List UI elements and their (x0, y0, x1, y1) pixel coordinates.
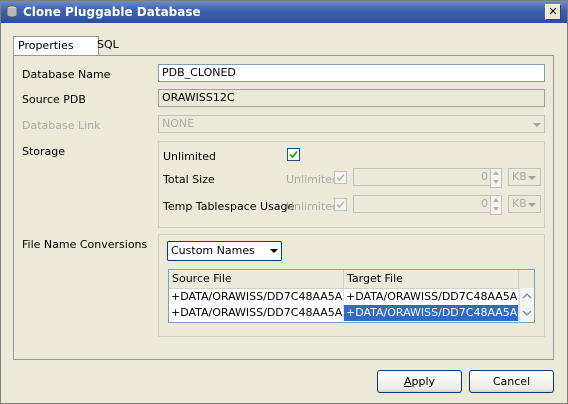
storage-unlimited-label: Unlimited (163, 150, 216, 163)
title-bar: Clone Pluggable Database ✕ (1, 1, 567, 23)
conversion-mode-value: Custom Names (171, 244, 255, 257)
apply-label: pply (411, 375, 436, 388)
source-pdb-field: ORAWISS12C (158, 89, 545, 107)
file-name-conversions-label: File Name Conversions (22, 238, 148, 251)
database-link-label: Database Link (22, 119, 101, 132)
tab-sql[interactable]: SQL (93, 36, 123, 54)
storage-unlimited-checkbox[interactable] (287, 148, 300, 161)
temp-tablespace-input[interactable]: 0 (353, 195, 492, 213)
chevron-down-icon (270, 249, 278, 253)
tab-properties[interactable]: Properties (13, 36, 99, 55)
temp-tablespace-unlimited-checkbox[interactable] (334, 198, 347, 211)
database-link-value: NONE (162, 117, 195, 130)
column-header-target-file[interactable]: Target File (344, 270, 519, 288)
check-icon (336, 173, 345, 182)
chevron-down-icon (528, 203, 536, 207)
chevron-down-icon (533, 123, 541, 127)
close-button[interactable]: ✕ (545, 4, 561, 20)
storage-label: Storage (22, 145, 66, 158)
source-file-cell[interactable]: +DATA/ORAWISS/DD7C48AA5A... (169, 289, 344, 305)
target-file-cell-selected[interactable]: +DATA/ORAWISS/DD7C48AA5A... (344, 305, 519, 321)
check-icon (336, 200, 345, 209)
total-size-unlimited-checkbox[interactable] (334, 171, 347, 184)
chevron-down-icon (528, 176, 536, 180)
apply-mnemonic: A (403, 375, 412, 388)
close-icon: ✕ (548, 5, 558, 18)
temp-tablespace-unit-select[interactable]: KB (508, 195, 541, 213)
table-scrollbar[interactable] (519, 288, 534, 322)
table-row[interactable]: +DATA/ORAWISS/DD7C48AA5A... +DATA/ORAWIS… (169, 289, 519, 305)
clone-pdb-dialog: Clone Pluggable Database ✕ Properties SQ… (0, 0, 568, 404)
total-size-unit: KB (512, 170, 527, 183)
total-size-label: Total Size (163, 173, 215, 186)
table-header: Source File Target File (169, 270, 534, 289)
database-icon (6, 5, 18, 18)
total-size-unlimited-label: Unlimited (286, 173, 339, 186)
total-size-spinner[interactable] (490, 168, 502, 188)
conversion-mode-select[interactable]: Custom Names (167, 241, 282, 261)
source-pdb-label: Source PDB (22, 93, 86, 106)
apply-button[interactable]: Apply (377, 370, 462, 393)
temp-tablespace-label: Temp Tablespace Usage (163, 200, 295, 213)
cancel-button[interactable]: Cancel (469, 370, 554, 393)
total-size-unit-select[interactable]: KB (508, 168, 541, 186)
file-conversion-table: Source File Target File +DATA/ORAWISS/DD… (168, 269, 535, 323)
scroll-up-icon (522, 293, 532, 299)
target-file-cell[interactable]: +DATA/ORAWISS/DD7C48AA5A... (344, 289, 519, 305)
temp-tablespace-unlimited-label: Unlimited (286, 200, 339, 213)
check-icon (289, 150, 298, 159)
database-name-input[interactable]: PDB_CLONED (158, 64, 545, 82)
window-title: Clone Pluggable Database (23, 5, 201, 19)
total-size-input[interactable]: 0 (353, 168, 492, 186)
scroll-down-icon (522, 310, 532, 316)
source-file-cell[interactable]: +DATA/ORAWISS/DD7C48AA5A... (169, 305, 344, 321)
database-link-select[interactable]: NONE (158, 115, 545, 133)
temp-tablespace-spinner[interactable] (490, 195, 502, 215)
table-row[interactable]: +DATA/ORAWISS/DD7C48AA5A... +DATA/ORAWIS… (169, 305, 519, 321)
database-name-label: Database Name (22, 68, 111, 81)
temp-tablespace-unit: KB (512, 197, 527, 210)
column-header-source-file[interactable]: Source File (169, 270, 344, 288)
